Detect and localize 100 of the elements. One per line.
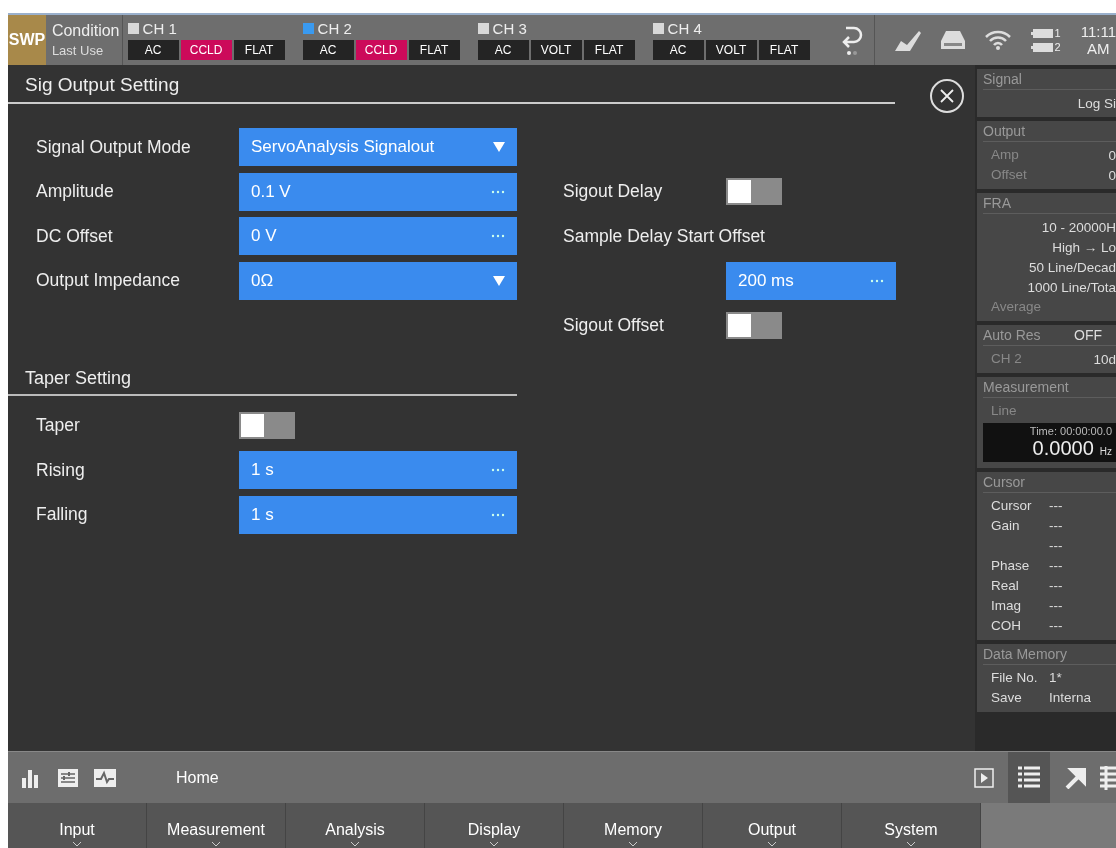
channel-setting[interactable]: FLAT <box>583 40 635 60</box>
info-value: 10 - 20000H <box>1041 219 1116 235</box>
channel-setting[interactable]: FLAT <box>408 40 460 60</box>
field-label: DC Offset <box>36 225 114 247</box>
channel-setting[interactable]: AC <box>477 40 529 60</box>
channel-setting[interactable]: CCLD <box>355 40 407 60</box>
waveform-icon[interactable] <box>94 767 116 788</box>
menu-tab[interactable]: Measurement <box>147 803 286 848</box>
chevron-icon <box>768 842 776 847</box>
info-value: --- <box>1049 518 1063 534</box>
clock-time: 11:11 <box>1080 23 1116 40</box>
info-value: 50 Line/Decad <box>1028 259 1116 275</box>
chevron-icon <box>629 842 637 847</box>
info-label: COH <box>991 618 1022 634</box>
chevron-icon <box>907 842 915 847</box>
info-label: CH 2 <box>991 351 1022 367</box>
info-label: Real <box>991 578 1020 594</box>
list-icon[interactable] <box>1018 765 1040 790</box>
info-value: --- <box>1049 558 1063 574</box>
breadcrumb-label: Home <box>176 768 219 787</box>
info-value: --- <box>1049 538 1063 554</box>
close-icon <box>940 89 954 103</box>
menu-tab[interactable]: Input <box>8 803 147 848</box>
ellipsis-icon <box>491 189 505 194</box>
battery-number: 1 <box>1054 27 1061 39</box>
channel-name: CH 4 <box>667 20 702 37</box>
chevron-icon <box>212 842 220 847</box>
info-value: 10d <box>1093 351 1116 367</box>
channel-setting[interactable]: FLAT <box>758 40 810 60</box>
channel-setting[interactable]: AC <box>652 40 704 60</box>
chevron-icon <box>73 842 81 847</box>
sliders-icon[interactable] <box>58 767 78 788</box>
menu-tab[interactable]: Output <box>703 803 842 848</box>
menu-tab[interactable]: Memory <box>564 803 703 848</box>
toggle-switch[interactable] <box>239 412 295 440</box>
info-label: Line <box>991 403 1017 419</box>
info-value: 0 <box>1108 147 1116 163</box>
panel-title: Data Memory <box>983 646 1068 662</box>
toggle-switch[interactable] <box>726 311 782 339</box>
ellipsis-icon <box>491 468 505 473</box>
panel-title: Cursor <box>983 474 1025 490</box>
dropdown-icon <box>493 275 505 286</box>
battery-number: 2 <box>1054 41 1061 53</box>
frequency-unit: Hz <box>1099 446 1112 457</box>
play-icon[interactable] <box>974 767 994 788</box>
info-value: --- <box>1049 578 1063 594</box>
panel-value: OFF <box>1074 327 1102 343</box>
info-value: High → Lo <box>1052 239 1116 255</box>
info-value: --- <box>1049 498 1063 514</box>
condition-label: Condition <box>51 22 121 40</box>
field-label: Falling <box>36 504 89 526</box>
panel-title: Output <box>983 123 1026 139</box>
field-label: Amplitude <box>36 181 115 203</box>
menu-tab[interactable]: Analysis <box>286 803 425 848</box>
panel-title: FRA <box>983 195 1011 211</box>
channel-name: CH 1 <box>142 20 177 37</box>
chevron-icon <box>490 842 498 847</box>
arrow-icon[interactable] <box>1064 766 1086 789</box>
channel-name: CH 3 <box>492 20 527 37</box>
grid-icon[interactable] <box>1100 765 1116 790</box>
field-label: Output Impedance <box>36 270 181 292</box>
info-value: 1000 Line/Tota <box>1027 279 1116 295</box>
channel-name: CH 2 <box>317 20 352 37</box>
field-label: Sigout Offset <box>563 314 665 336</box>
info-label: Average <box>991 299 1042 315</box>
menu-tab[interactable]: System <box>842 803 981 848</box>
ellipsis-icon <box>491 234 505 239</box>
dropdown-icon <box>493 142 505 153</box>
channel-setting[interactable]: FLAT <box>233 40 285 60</box>
elapsed-time: Time: 00:00:00.0 <box>1029 425 1112 437</box>
info-value: 1* <box>1049 670 1062 686</box>
info-label: File No. <box>991 670 1039 686</box>
frequency-reading: 0.0000 <box>1032 437 1094 460</box>
toggle-switch[interactable] <box>726 178 782 206</box>
channel-setting[interactable]: AC <box>302 40 354 60</box>
close-button[interactable] <box>930 79 964 113</box>
channel-setting[interactable]: VOLT <box>530 40 582 60</box>
panel-title: Signal <box>983 71 1022 87</box>
panel-title: Auto Res <box>983 327 1041 343</box>
ellipsis-icon <box>870 278 884 283</box>
drive-icon[interactable] <box>940 31 965 49</box>
field-label: Signal Output Mode <box>36 136 192 158</box>
pen-icon[interactable] <box>892 29 921 51</box>
info-value: Log Si <box>1077 95 1116 111</box>
dialog-title: Sig Output Setting <box>8 65 895 104</box>
menu-tab[interactable]: Display <box>425 803 564 848</box>
info-label: Imag <box>991 598 1022 614</box>
info-value: Interna <box>1049 690 1092 706</box>
battery-icon <box>1030 42 1053 52</box>
info-label: Save <box>991 690 1023 706</box>
wifi-icon[interactable] <box>984 30 1011 50</box>
channel-setting[interactable]: AC <box>127 40 179 60</box>
section-title: Taper Setting <box>8 361 517 396</box>
info-label: Amp <box>991 147 1019 163</box>
field-label: Rising <box>36 459 86 481</box>
channel-setting[interactable]: VOLT <box>705 40 757 60</box>
panel-title: Measurement <box>983 379 1069 395</box>
channel-setting[interactable]: CCLD <box>180 40 232 60</box>
condition-value: Last Use <box>51 43 105 58</box>
info-label: Offset <box>991 167 1027 183</box>
